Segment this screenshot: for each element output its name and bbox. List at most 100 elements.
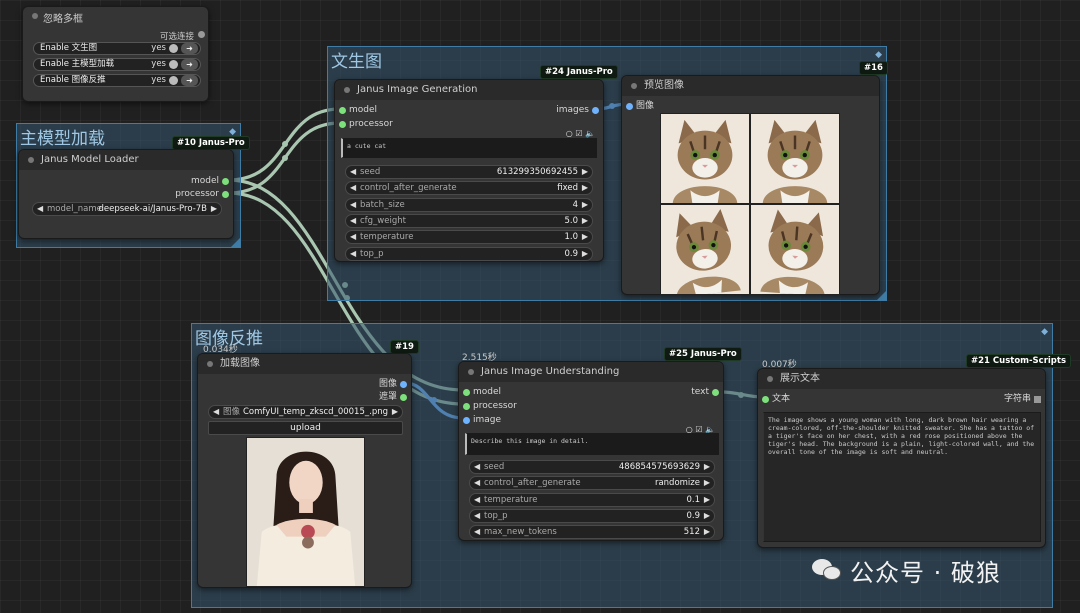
input-processor[interactable]: processor [339,118,393,130]
janus-image-understanding-node[interactable]: Janus Image Understanding model processo… [458,361,724,541]
arrow-left-icon[interactable]: ◀ [474,526,480,538]
toggle-row-image-reverse[interactable]: Enable 图像反推 yes ➜ [33,74,201,87]
arrow-left-icon[interactable]: ◀ [350,166,356,178]
images-socket[interactable] [592,106,599,114]
loaded-image-preview[interactable] [246,437,365,587]
text-display[interactable]: The image shows a young woman with long,… [763,412,1041,542]
widget-batch-size[interactable]: ◀ batch_size 4 ▶ [345,197,593,212]
bypass-panel-node[interactable]: 忽略多框 可选连接 Enable 文生图 yes ➜ Enable 主模型加载 … [22,6,209,102]
widget-cfg-weight[interactable]: ◀ cfg_weight 5.0 ▶ [345,213,593,228]
processor-socket[interactable] [339,120,346,128]
processor-socket[interactable] [463,402,470,410]
arrow-left-icon[interactable]: ◀ [350,248,356,260]
model-socket[interactable] [463,388,470,396]
output-model[interactable]: model [191,175,229,187]
input-text[interactable]: 文本 [762,393,790,405]
arrow-right-icon[interactable]: ▶ [211,203,217,215]
widget-seed[interactable]: ◀ seed 613299350692455 ▶ [345,165,593,179]
toggle-row-text-to-image[interactable]: Enable 文生图 yes ➜ [33,42,201,55]
widget-temperature[interactable]: ◀ temperature 1.0 ▶ [345,230,593,245]
model-name-combo[interactable]: ◀ model_name deepseek-ai/Janus-Pro-7B ▶ [32,202,222,216]
widget-control-after-generate[interactable]: ◀ control_after_generate fixed ▶ [345,181,593,196]
image-socket[interactable] [626,102,633,110]
widget-seed[interactable]: ◀ seed 486854575693629 ▶ [469,460,715,474]
pin-icon[interactable]: ◆ [1041,327,1048,337]
arrow-right-icon[interactable]: ▶ [392,406,398,418]
output-string[interactable]: 字符串 [1004,393,1041,405]
input-processor[interactable]: processor [463,400,517,412]
upload-button[interactable]: upload [208,421,403,435]
arrow-left-icon[interactable]: ◀ [474,461,480,473]
image-file-combo[interactable]: ◀ 图像 ComfyUI_temp_zkscd_00015_.png ▶ [208,405,403,419]
node-collapse-dot[interactable] [28,157,34,163]
arrow-left-icon[interactable]: ◀ [474,477,480,489]
input-model[interactable]: model [463,386,501,398]
arrow-left-icon[interactable]: ◀ [474,510,480,522]
cat-image-2[interactable] [750,113,840,204]
arrow-right-icon[interactable]: ➜ [181,75,198,86]
cat-image-4[interactable] [750,204,840,295]
model-socket[interactable] [222,177,229,185]
prompt-textarea[interactable]: Describe this image in detail. [465,433,719,455]
widget-temperature[interactable]: ◀ temperature 0.1 ▶ [469,492,715,507]
output-images[interactable]: images [556,104,599,116]
arrow-right-icon[interactable]: ➜ [181,43,198,54]
widget-control-after-generate[interactable]: ◀ control_after_generate randomize ▶ [469,476,715,491]
arrow-right-icon[interactable]: ▶ [704,494,710,506]
input-image[interactable]: image [463,414,501,426]
optional-socket[interactable] [198,31,205,38]
mask-socket[interactable] [400,393,407,401]
arrow-right-icon[interactable]: ▶ [582,199,588,211]
arrow-right-icon[interactable]: ▶ [582,248,588,260]
arrow-right-icon[interactable]: ▶ [704,461,710,473]
node-collapse-dot[interactable] [767,376,773,382]
output-text[interactable]: text [691,386,719,398]
arrow-left-icon[interactable]: ◀ [474,494,480,506]
preview-image-node[interactable]: 预览图像 图像 [621,75,880,295]
output-mask[interactable]: 遮罩 [379,391,407,403]
arrow-left-icon[interactable]: ◀ [213,406,219,418]
textarea-toolbar[interactable]: ○ ☑ 🔈 [566,129,595,138]
load-image-node[interactable]: 加载图像 图像 遮罩 ◀ 图像 ComfyUI_temp_zkscd_00015… [197,353,412,588]
toggle-row-main-model[interactable]: Enable 主模型加载 yes ➜ [33,58,201,71]
arrow-right-icon[interactable]: ▶ [582,215,588,227]
arrow-right-icon[interactable]: ➜ [181,59,198,70]
node-collapse-dot[interactable] [631,83,637,89]
text-socket[interactable] [762,395,769,403]
arrow-right-icon[interactable]: ▶ [704,477,710,489]
arrow-right-icon[interactable]: ▶ [704,510,710,522]
output-image[interactable]: 图像 [379,378,407,390]
node-collapse-dot[interactable] [207,361,213,367]
janus-model-loader-node[interactable]: Janus Model Loader model processor ◀ mod… [18,149,234,239]
input-image[interactable]: 图像 [626,100,654,112]
pin-icon[interactable]: ◆ [875,50,882,60]
node-collapse-dot[interactable] [468,369,474,375]
arrow-left-icon[interactable]: ◀ [350,231,356,243]
image-socket[interactable] [463,416,470,424]
arrow-right-icon[interactable]: ▶ [582,182,588,194]
arrow-left-icon[interactable]: ◀ [350,199,356,211]
image-socket[interactable] [400,380,407,388]
show-text-node[interactable]: 展示文本 文本 字符串 The image shows a young woma… [757,368,1046,548]
arrow-left-icon[interactable]: ◀ [350,215,356,227]
widget-top-p[interactable]: ◀ top_p 0.9 ▶ [345,246,593,261]
prompt-textarea[interactable]: a cute cat [341,138,597,158]
cat-image-1[interactable] [660,113,750,204]
janus-image-generation-node[interactable]: Janus Image Generation model processor i… [334,79,604,262]
arrow-right-icon[interactable]: ▶ [582,166,588,178]
output-processor[interactable]: processor [175,188,229,200]
arrow-left-icon[interactable]: ◀ [350,182,356,194]
resize-handle[interactable] [231,238,240,247]
input-model[interactable]: model [339,104,377,116]
node-collapse-dot[interactable] [32,13,38,19]
toggle-knob[interactable] [169,60,178,69]
arrow-right-icon[interactable]: ▶ [704,526,710,538]
string-socket[interactable] [1034,395,1041,403]
widget-top-p[interactable]: ◀ top_p 0.9 ▶ [469,508,715,523]
cat-image-3[interactable] [660,204,750,295]
widget-max-new-tokens[interactable]: ◀ max_new_tokens 512 ▶ [469,525,715,540]
node-collapse-dot[interactable] [344,87,350,93]
model-socket[interactable] [339,106,346,114]
text-socket[interactable] [712,388,719,396]
processor-socket[interactable] [222,190,229,198]
